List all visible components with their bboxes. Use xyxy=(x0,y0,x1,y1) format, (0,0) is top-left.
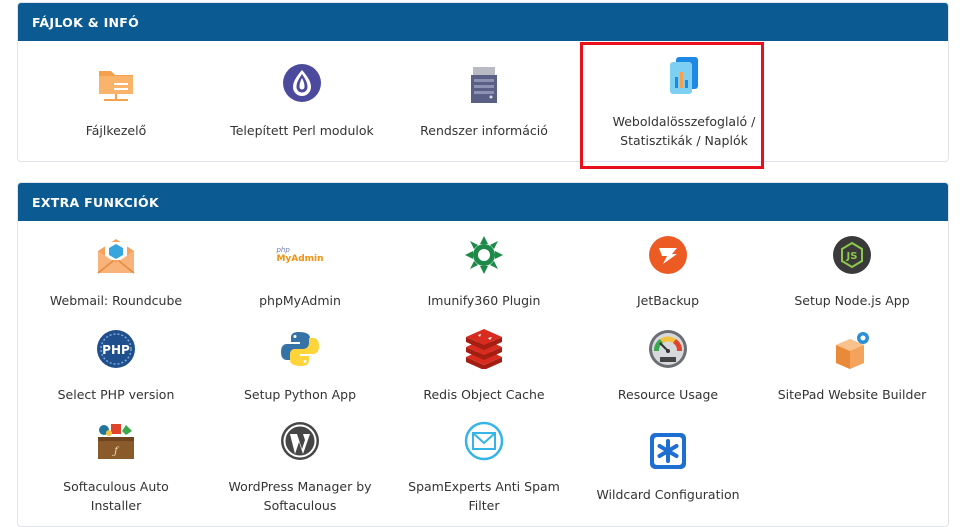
php-speedometer-icon: PHP xyxy=(96,329,136,369)
roundcube-label: Webmail: Roundcube xyxy=(49,293,183,308)
system-info-label: Rendszer információ xyxy=(420,123,548,138)
statistics-logs-label-line1: Weboldalösszefoglaló / xyxy=(612,114,756,129)
spamexperts-item[interactable]: SpamExperts Anti Spam Filter xyxy=(391,421,577,521)
file-manager-label: Fájlkezelő xyxy=(85,123,147,138)
wildcard-asterisk-icon xyxy=(648,431,688,471)
imunify360-label: Imunify360 Plugin xyxy=(427,293,541,308)
spamexperts-envelope-icon xyxy=(464,421,504,461)
spamexperts-label-line1: SpamExperts Anti Spam xyxy=(408,479,560,494)
jetbackup-label: JetBackup xyxy=(636,293,700,308)
extra-functions-panel: EXTRA FUNKCIÓK Webmail: Roundcube php My… xyxy=(17,182,949,527)
jetbackup-item[interactable]: JetBackup xyxy=(575,235,761,315)
wordpress-manager-label-line2: Softaculous xyxy=(263,498,337,513)
files-info-title: FÁJLOK & INFÓ xyxy=(32,14,140,30)
phpmyadmin-logo-bottom: MyAdmin xyxy=(276,254,324,264)
php-logo-text: PHP xyxy=(102,343,130,357)
statistics-logs-item[interactable]: Weboldalösszefoglaló / Statisztikák / Na… xyxy=(591,55,777,155)
phpmyadmin-label: phpMyAdmin xyxy=(259,293,341,308)
redis-label: Redis Object Cache xyxy=(423,387,545,402)
softaculous-item[interactable]: ƒ Softaculous Auto Installer xyxy=(23,421,209,521)
nodejs-label: Setup Node.js App xyxy=(794,293,910,308)
statistics-logs-label-line2: Statisztikák / Naplók xyxy=(620,133,748,148)
wordpress-manager-label: WordPress Manager by Softaculous xyxy=(207,477,393,515)
file-manager-item[interactable]: Fájlkezelő xyxy=(23,61,209,141)
softaculous-label-line1: Softaculous Auto xyxy=(63,479,169,494)
spamexperts-label: SpamExperts Anti Spam Filter xyxy=(391,477,577,515)
imunify360-item[interactable]: Imunify360 Plugin xyxy=(391,235,577,315)
sitepad-item[interactable]: SitePad Website Builder xyxy=(759,329,945,409)
perl-onion-icon xyxy=(282,63,322,103)
extra-functions-title: EXTRA FUNKCIÓK xyxy=(32,194,159,210)
phpmyadmin-icon: php MyAdmin xyxy=(276,235,323,275)
statistics-logs-label: Weboldalösszefoglaló / Statisztikák / Na… xyxy=(591,112,777,150)
php-version-label: Select PHP version xyxy=(57,387,175,402)
python-app-label: Setup Python App xyxy=(243,387,357,402)
php-version-item[interactable]: PHP Select PHP version xyxy=(23,329,209,409)
perl-modules-item[interactable]: Telepített Perl modulok xyxy=(209,61,395,141)
wordpress-manager-item[interactable]: WordPress Manager by Softaculous xyxy=(207,421,393,521)
softaculous-label-line2: Installer xyxy=(90,498,142,513)
wildcard-config-item[interactable]: Wildcard Configuration xyxy=(575,431,761,511)
extra-functions-header: EXTRA FUNKCIÓK xyxy=(18,183,948,221)
files-info-header: FÁJLOK & INFÓ xyxy=(18,3,948,41)
folder-icon xyxy=(96,63,136,103)
statistics-icon xyxy=(664,55,704,95)
redis-icon xyxy=(464,329,504,369)
wordpress-icon xyxy=(280,421,320,461)
jetbackup-icon xyxy=(648,235,688,275)
redis-item[interactable]: Redis Object Cache xyxy=(391,329,577,409)
wordpress-manager-label-line1: WordPress Manager by xyxy=(228,479,372,494)
sitepad-label: SitePad Website Builder xyxy=(777,387,927,402)
resource-usage-label: Resource Usage xyxy=(617,387,719,402)
phpmyadmin-item[interactable]: php MyAdmin phpMyAdmin xyxy=(207,235,393,315)
softaculous-icon: ƒ xyxy=(96,421,136,461)
python-icon xyxy=(280,329,320,369)
nodejs-icon: JS xyxy=(832,235,872,275)
spamexperts-label-line2: Filter xyxy=(468,498,500,513)
imunify360-icon xyxy=(464,235,504,275)
roundcube-item[interactable]: Webmail: Roundcube xyxy=(23,235,209,315)
perl-modules-label: Telepített Perl modulok xyxy=(230,123,374,138)
roundcube-mail-icon xyxy=(96,235,136,275)
softaculous-label: Softaculous Auto Installer xyxy=(23,477,209,515)
wildcard-config-label: Wildcard Configuration xyxy=(596,487,740,502)
server-icon xyxy=(464,63,504,103)
gauge-icon xyxy=(648,329,688,369)
nodejs-logo-text: JS xyxy=(846,251,858,262)
nodejs-item[interactable]: JS Setup Node.js App xyxy=(759,235,945,315)
python-app-item[interactable]: Setup Python App xyxy=(207,329,393,409)
files-info-panel: FÁJLOK & INFÓ Fájlkezelő Telepített Perl… xyxy=(17,2,949,162)
sitepad-box-icon xyxy=(832,329,872,369)
resource-usage-item[interactable]: Resource Usage xyxy=(575,329,761,409)
system-info-item[interactable]: Rendszer információ xyxy=(391,61,577,141)
